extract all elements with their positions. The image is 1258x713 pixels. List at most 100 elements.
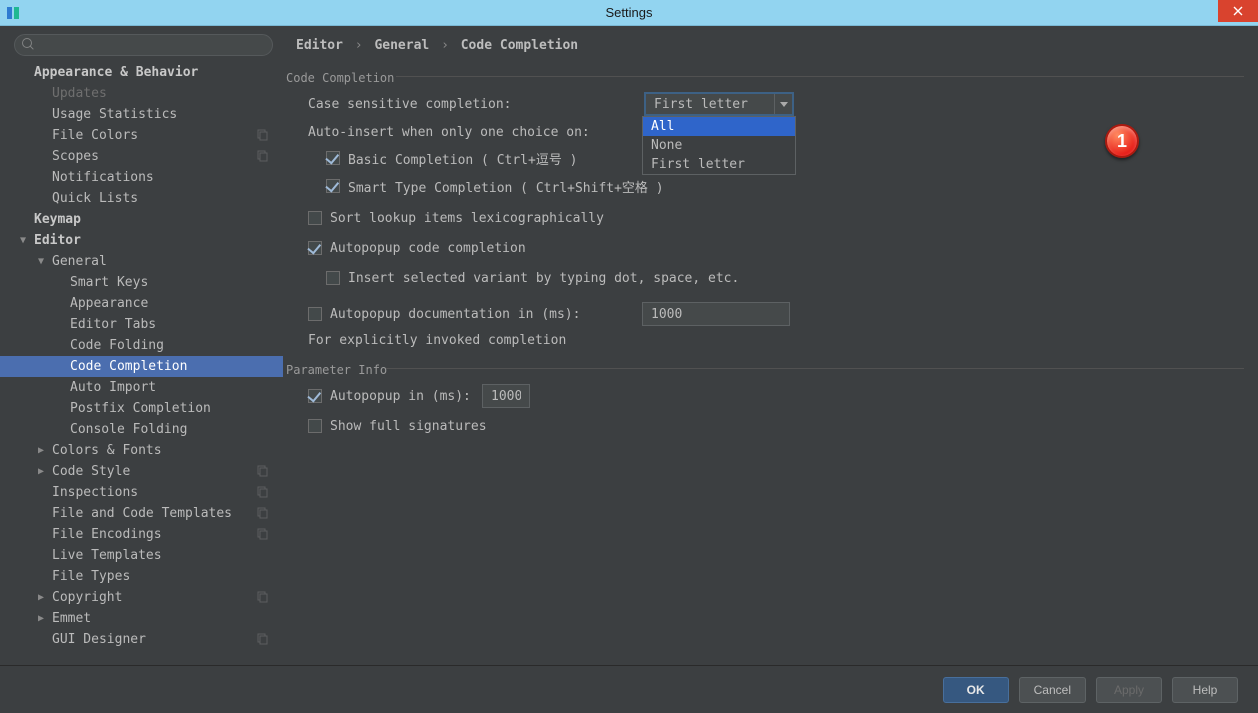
chevron-down-icon	[774, 94, 792, 114]
tree-item[interactable]: Inspections	[0, 482, 283, 503]
autopopup-completion-label: Autopopup code completion	[330, 241, 526, 256]
tree-item-label: Scopes	[52, 149, 99, 164]
chevron-icon: ▶	[38, 613, 48, 624]
dropdown-option-none[interactable]: None	[643, 136, 795, 155]
tree-item[interactable]: GUI Designer	[0, 629, 283, 650]
tree-item-label: File Colors	[52, 128, 138, 143]
chevron-icon: ▶	[38, 445, 48, 456]
tree-item[interactable]: Usage Statistics	[0, 104, 283, 125]
tree-item[interactable]: Updates	[0, 83, 283, 104]
tree-item-label: Postfix Completion	[70, 401, 211, 416]
tree-item[interactable]: File Encodings	[0, 524, 283, 545]
scope-icon	[257, 486, 269, 502]
case-sensitive-label: Case sensitive completion:	[308, 97, 644, 112]
scope-icon	[257, 633, 269, 649]
tree-item[interactable]: Appearance & Behavior	[0, 62, 283, 83]
tree-item-label: Inspections	[52, 485, 138, 500]
tree-item-label: Appearance & Behavior	[34, 65, 198, 80]
autopopup-doc-label: Autopopup documentation in (ms):	[330, 307, 642, 322]
tree-item[interactable]: Quick Lists	[0, 188, 283, 209]
scope-icon	[257, 129, 269, 145]
tree-item[interactable]: ▶ Copyright	[0, 587, 283, 608]
window-title: Settings	[606, 5, 653, 20]
chevron-right-icon: ›	[351, 38, 367, 53]
tree-item-label: Keymap	[34, 212, 81, 227]
autopopup-doc-input[interactable]	[642, 302, 790, 326]
sidebar: Appearance & Behavior Updates Usage Statis…	[0, 26, 284, 665]
tree-item-label: Code Folding	[70, 338, 164, 353]
tree-item[interactable]: Notifications	[0, 167, 283, 188]
tree-item[interactable]: ▼ General	[0, 251, 283, 272]
tree-item[interactable]: Code Completion	[0, 356, 283, 377]
scope-icon	[257, 591, 269, 607]
tree-item-label: Code Style	[52, 464, 130, 479]
full-signatures-checkbox[interactable]	[308, 419, 322, 433]
tree-item[interactable]: Scopes	[0, 146, 283, 167]
case-sensitive-dropdown: All None First letter	[642, 116, 796, 175]
sort-lexicographically-label: Sort lookup items lexicographically	[330, 211, 604, 226]
tree-item-label: GUI Designer	[52, 632, 146, 647]
tree-item[interactable]: File and Code Templates	[0, 503, 283, 524]
tree-item-label: Colors & Fonts	[52, 443, 162, 458]
tree-item[interactable]: Keymap	[0, 209, 283, 230]
chevron-icon: ▶	[38, 592, 48, 603]
tree-item-label: Editor	[34, 233, 81, 248]
scope-icon	[257, 528, 269, 544]
main-panel: Editor › General › Code Completion Code …	[284, 26, 1258, 665]
breadcrumb: Editor › General › Code Completion	[286, 26, 1244, 63]
tree-item[interactable]: ▶ Colors & Fonts	[0, 440, 283, 461]
chevron-icon: ▼	[20, 235, 30, 246]
breadcrumb-part[interactable]: General	[374, 38, 429, 53]
apply-button[interactable]: Apply	[1096, 677, 1162, 703]
tree-item-label: File Types	[52, 569, 130, 584]
tree-item[interactable]: File Colors	[0, 125, 283, 146]
tree-item-label: File Encodings	[52, 527, 162, 542]
tree-item-label: Usage Statistics	[52, 107, 177, 122]
ok-button[interactable]: OK	[943, 677, 1009, 703]
tree-item-label: Copyright	[52, 590, 122, 605]
section-title: Parameter Info	[286, 357, 1244, 383]
case-sensitive-select[interactable]: First letter	[644, 92, 794, 116]
breadcrumb-part[interactable]: Editor	[296, 38, 343, 53]
chevron-icon: ▼	[38, 256, 48, 267]
tree-item[interactable]: ▼ Editor	[0, 230, 283, 251]
close-button[interactable]	[1218, 0, 1258, 22]
tree-item[interactable]: Smart Keys	[0, 272, 283, 293]
tree-item[interactable]: Auto Import	[0, 377, 283, 398]
tree-item-label: Emmet	[52, 611, 91, 626]
search-input[interactable]	[14, 34, 273, 56]
tree-item[interactable]: ▶ Emmet	[0, 608, 283, 629]
autopopup-doc-hint: For explicitly invoked completion	[308, 327, 1244, 353]
tree-item-label: File and Code Templates	[52, 506, 232, 521]
tree-item[interactable]: Console Folding	[0, 419, 283, 440]
chevron-icon: ▶	[38, 466, 48, 477]
basic-completion-checkbox[interactable]	[326, 151, 340, 165]
tree-item-label: Quick Lists	[52, 191, 138, 206]
settings-tree: Appearance & Behavior Updates Usage Statis…	[0, 60, 283, 665]
tree-item[interactable]: Appearance	[0, 293, 283, 314]
param-autopopup-label: Autopopup in (ms):	[330, 389, 482, 404]
tree-item[interactable]: ▶ Code Style	[0, 461, 283, 482]
help-button[interactable]: Help	[1172, 677, 1238, 703]
select-value: First letter	[654, 97, 748, 112]
tree-item[interactable]: Postfix Completion	[0, 398, 283, 419]
close-icon	[1233, 6, 1243, 16]
breadcrumb-part: Code Completion	[461, 38, 578, 53]
dropdown-option-all[interactable]: All	[643, 117, 795, 136]
insert-variant-checkbox[interactable]	[326, 271, 340, 285]
tree-item-label: General	[52, 254, 107, 269]
tree-item-label: Code Completion	[70, 359, 187, 374]
sort-lexicographically-checkbox[interactable]	[308, 211, 322, 225]
autopopup-doc-checkbox[interactable]	[308, 307, 322, 321]
cancel-button[interactable]: Cancel	[1019, 677, 1086, 703]
param-autopopup-checkbox[interactable]	[308, 389, 322, 403]
param-autopopup-input[interactable]	[482, 384, 530, 408]
autopopup-completion-checkbox[interactable]	[308, 241, 322, 255]
tree-item[interactable]: Live Templates	[0, 545, 283, 566]
dropdown-option-first-letter[interactable]: First letter	[643, 155, 795, 174]
tree-item[interactable]: Code Folding	[0, 335, 283, 356]
smart-completion-checkbox[interactable]	[326, 179, 340, 193]
tree-item[interactable]: File Types	[0, 566, 283, 587]
chevron-right-icon: ›	[437, 38, 453, 53]
tree-item[interactable]: Editor Tabs	[0, 314, 283, 335]
